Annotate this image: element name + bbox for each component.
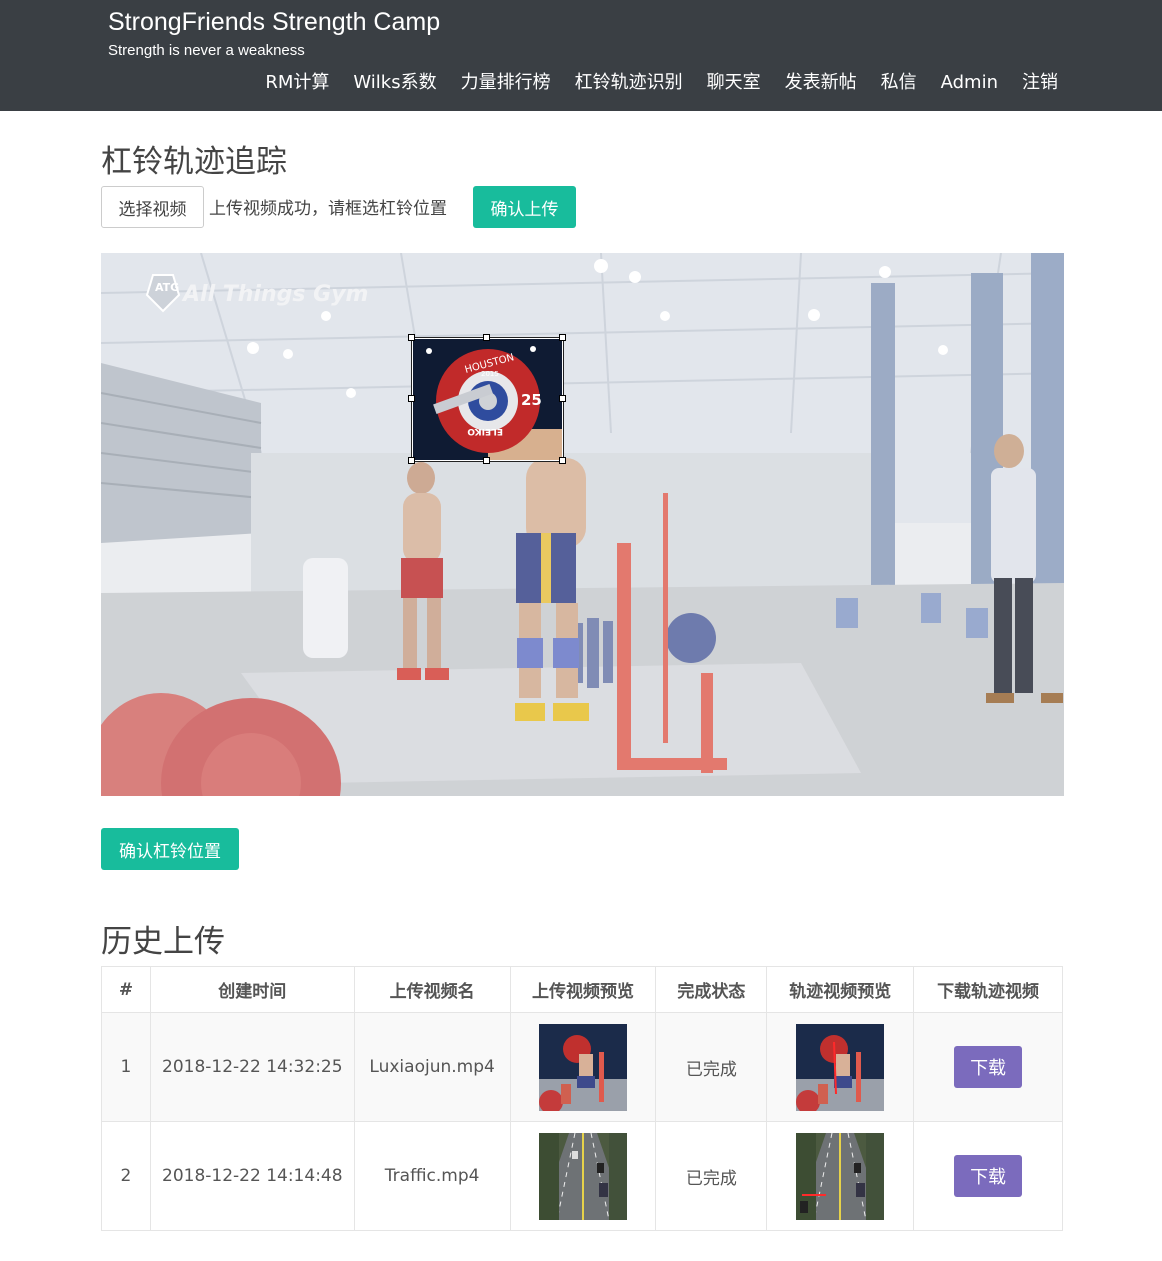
crop-handle-br[interactable] (559, 457, 566, 464)
upload-status-text: 上传视频成功，请框选杠铃位置 (209, 199, 447, 219)
upload-video-thumbnail[interactable] (539, 1023, 628, 1111)
nav-bar-path[interactable]: 杠铃轨迹识别 (563, 70, 695, 96)
col-header-num: # (101, 966, 151, 1013)
nav-new-post[interactable]: 发表新帖 (773, 70, 869, 96)
brand-title[interactable]: StrongFriends Strength Camp (108, 8, 440, 37)
crop-handle-tr[interactable] (559, 334, 566, 341)
row-video-name: Traffic.mp4 (353, 1121, 511, 1231)
table-row: 1 2018-12-22 14:32:25 Luxiaojun.mp4 已完成 (101, 1012, 1063, 1122)
brand-subtitle: Strength is never a weakness (108, 42, 305, 59)
confirm-barbell-position-button[interactable]: 确认杠铃位置 (101, 828, 239, 870)
col-header-created: 创建时间 (149, 966, 355, 1013)
row-status: 已完成 (655, 1121, 768, 1231)
nav-chatroom[interactable]: 聊天室 (695, 70, 773, 96)
nav-rm-calc[interactable]: RM计算 (253, 70, 341, 96)
nav-admin[interactable]: Admin (929, 70, 1010, 96)
table-header-row: # 创建时间 上传视频名 上传视频预览 完成状态 轨迹视频预览 下载轨迹视频 (101, 966, 1063, 1013)
barbell-selection-box[interactable]: HOUSTON 2015 25 ELEIKO (411, 337, 564, 462)
video-dim-overlay (101, 253, 1064, 796)
history-table: # 创建时间 上传视频名 上传视频预览 完成状态 轨迹视频预览 下载轨迹视频 1… (101, 966, 1063, 1231)
col-header-status: 完成状态 (655, 966, 768, 1013)
plate-number-text: 25 (521, 391, 542, 409)
nav-leaderboard[interactable]: 力量排行榜 (449, 70, 563, 96)
history-title: 历史上传 (101, 924, 225, 960)
col-header-name: 上传视频名 (353, 966, 511, 1013)
barbell-plate-image: HOUSTON 2015 25 ELEIKO (413, 339, 562, 460)
download-button[interactable]: 下载 (954, 1046, 1023, 1088)
row-created: 2018-12-22 14:32:25 (149, 1012, 355, 1122)
plate-brand-text: ELEIKO (467, 426, 503, 436)
crop-handle-l[interactable] (408, 395, 415, 402)
nav-logout[interactable]: 注销 (1010, 70, 1070, 96)
navbar: StrongFriends Strength Camp Strength is … (0, 0, 1162, 111)
crop-handle-tl[interactable] (408, 334, 415, 341)
download-button[interactable]: 下载 (954, 1155, 1023, 1197)
track-video-thumbnail[interactable] (796, 1132, 885, 1220)
crop-handle-b[interactable] (483, 457, 490, 464)
row-num: 2 (101, 1121, 151, 1231)
nav-wilks[interactable]: Wilks系数 (341, 70, 448, 96)
row-video-name: Luxiaojun.mp4 (353, 1012, 511, 1122)
choose-video-button[interactable]: 选择视频 (101, 186, 204, 228)
row-num: 1 (101, 1012, 151, 1122)
nav-menu: RM计算 Wilks系数 力量排行榜 杠铃轨迹识别 聊天室 发表新帖 私信 Ad… (253, 70, 1070, 96)
confirm-upload-button[interactable]: 确认上传 (473, 186, 576, 228)
col-header-download: 下载轨迹视频 (913, 966, 1063, 1013)
nav-messages[interactable]: 私信 (869, 70, 929, 96)
col-header-track-preview: 轨迹视频预览 (766, 966, 915, 1013)
video-frame[interactable]: ATG All Things Gym (101, 253, 1064, 796)
table-row: 2 2018-12-22 14:14:48 Traffic.mp4 已完成 下载 (101, 1121, 1063, 1231)
track-video-thumbnail[interactable] (796, 1023, 885, 1111)
crop-handle-bl[interactable] (408, 457, 415, 464)
col-header-upload-preview: 上传视频预览 (509, 966, 657, 1013)
crop-handle-t[interactable] (483, 334, 490, 341)
plate-year-text: 2015 (481, 370, 499, 378)
row-created: 2018-12-22 14:14:48 (149, 1121, 355, 1231)
row-status: 已完成 (655, 1012, 768, 1122)
page-title: 杠铃轨迹追踪 (101, 144, 287, 180)
crop-handle-r[interactable] (559, 395, 566, 402)
upload-video-thumbnail[interactable] (539, 1132, 628, 1220)
